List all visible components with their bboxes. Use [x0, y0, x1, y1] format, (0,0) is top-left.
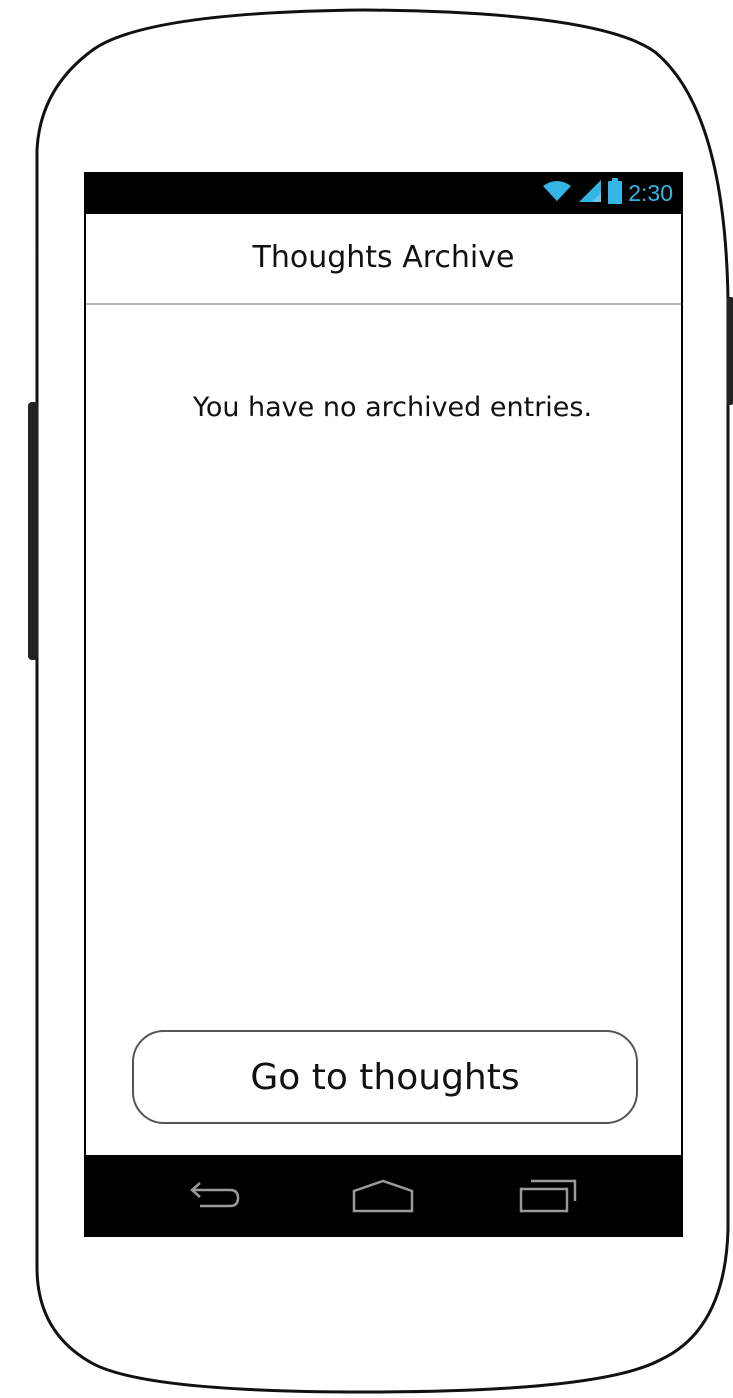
- recents-icon[interactable]: [512, 1173, 582, 1219]
- action-bar: Thoughts Archive: [86, 214, 681, 305]
- signal-icon: [578, 179, 602, 208]
- battery-icon: [608, 177, 623, 209]
- status-icons: 2:30: [542, 172, 673, 214]
- wifi-icon: [542, 180, 572, 207]
- status-time: 2:30: [628, 180, 673, 206]
- volume-button: [28, 402, 38, 660]
- power-button: [727, 297, 733, 405]
- empty-state-message: You have no archived entries.: [192, 392, 593, 423]
- status-bar: 2:30: [86, 172, 681, 214]
- phone-mockup: 2:30 Thoughts Archive You have no archiv…: [0, 0, 733, 1398]
- back-icon[interactable]: [179, 1173, 249, 1219]
- navigation-bar: [84, 1155, 683, 1237]
- home-icon[interactable]: [348, 1173, 418, 1219]
- page-title: Thoughts Archive: [252, 240, 515, 275]
- go-to-thoughts-button[interactable]: Go to thoughts: [132, 1030, 638, 1124]
- screen: 2:30 Thoughts Archive You have no archiv…: [84, 172, 683, 1237]
